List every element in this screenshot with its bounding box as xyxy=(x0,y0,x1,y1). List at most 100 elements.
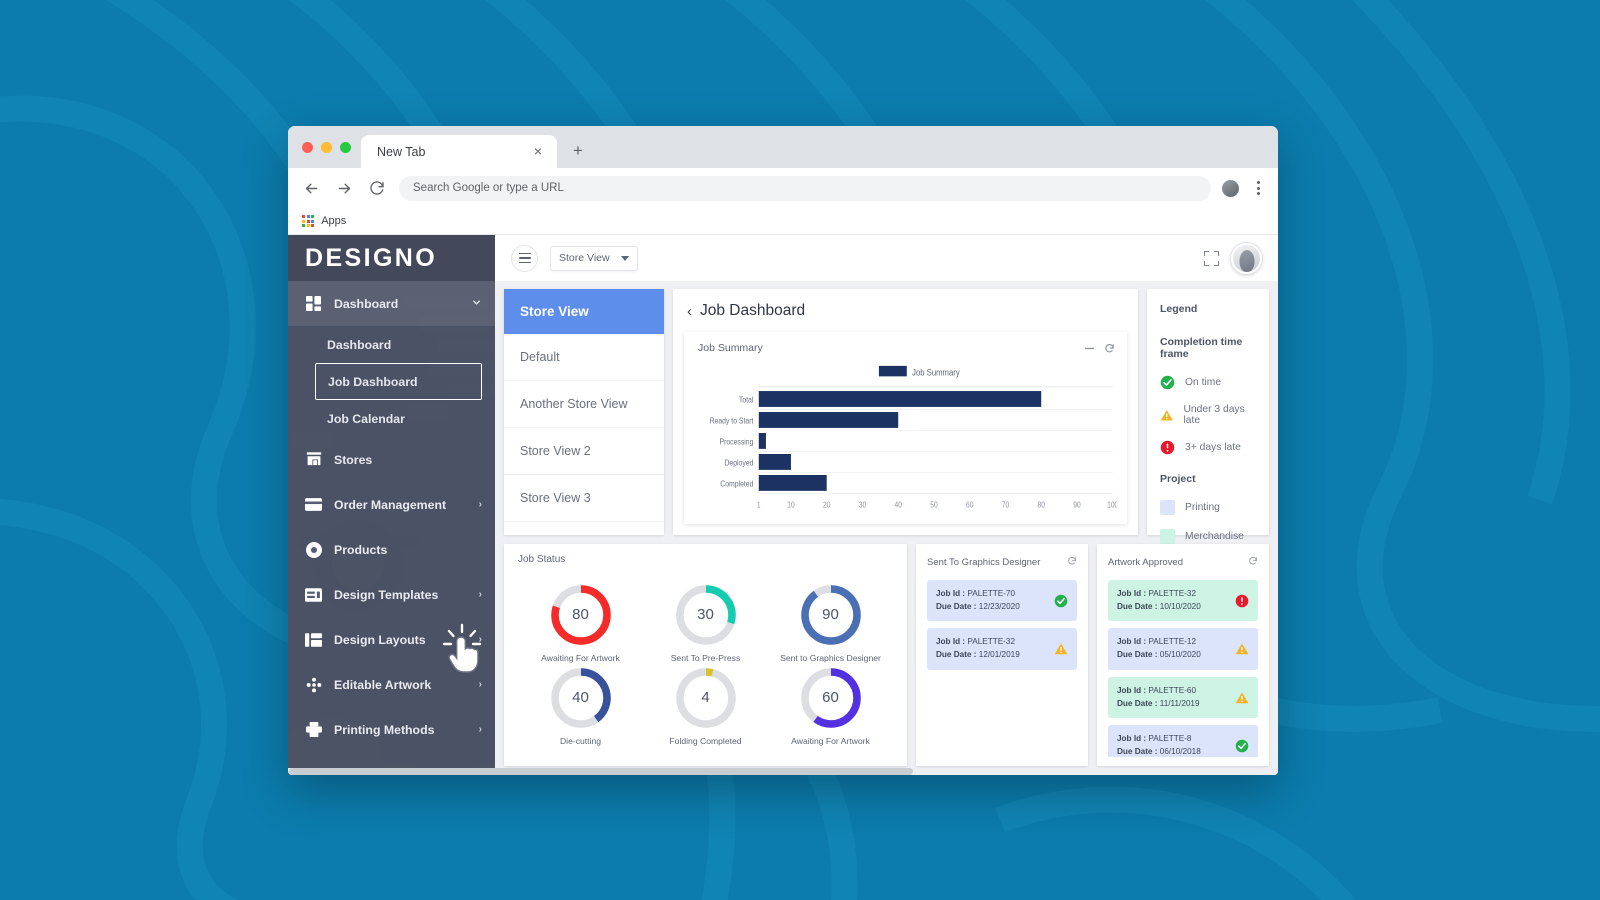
sidebar-item-design-layouts[interactable]: Design Layouts › xyxy=(288,617,495,662)
horizontal-scrollbar[interactable] xyxy=(288,768,1278,775)
donut-label: Folding Completed xyxy=(669,735,742,746)
error-circle-icon xyxy=(1235,594,1249,608)
minimize-window-button[interactable] xyxy=(321,141,332,153)
job-card[interactable]: Job Id : PALETTE-70 Due Date : 12/23/2020 xyxy=(927,580,1077,622)
printing-color-swatch xyxy=(1160,500,1175,515)
maximize-window-button[interactable] xyxy=(340,141,351,153)
application-viewport: DESIGNO Dashboard Dashboard Job Dashboar… xyxy=(288,235,1278,775)
main-area: Store View Store View Default Another St… xyxy=(288,235,1278,775)
dashboard-top-row: Store View Default Another Store View St… xyxy=(504,289,1269,544)
store-view-list-header: Store View xyxy=(504,289,664,334)
bookmarks-bar: Apps xyxy=(288,208,1278,235)
legend-item-label: Under 3 days late xyxy=(1183,404,1245,426)
legend-item-under-3-days: Under 3 days late xyxy=(1160,404,1256,426)
store-view-select[interactable]: Store View xyxy=(550,245,638,271)
hamburger-icon[interactable] xyxy=(511,244,538,272)
job-card[interactable]: Job Id : PALETTE-60 Due Date : 11/11/2019 xyxy=(1108,676,1258,719)
sidebar-item-order-management[interactable]: Order Management › xyxy=(288,482,495,527)
job-card[interactable]: Job Id : PALETTE-32 Due Date : 10/10/2020 xyxy=(1108,580,1258,622)
donut-label: Sent to Graphics Designer xyxy=(780,652,881,663)
address-bar[interactable]: Search Google or type a URL xyxy=(399,175,1211,201)
reload-icon[interactable] xyxy=(366,177,388,199)
warning-triangle-icon xyxy=(1235,691,1249,703)
user-avatar[interactable] xyxy=(1231,242,1262,274)
job-card[interactable]: Job Id : PALETTE-8 Due Date : 06/10/2018 xyxy=(1108,725,1258,757)
donut-chart: 4 xyxy=(673,665,739,731)
due-date-line: Due Date : 05/10/2020 xyxy=(1117,650,1201,660)
svg-text:Deployed: Deployed xyxy=(724,458,753,468)
error-circle-icon xyxy=(1160,440,1175,455)
job-card[interactable]: Job Id : PALETTE-12 Due Date : 05/10/2020 xyxy=(1108,628,1258,670)
chevron-right-icon: › xyxy=(478,679,482,690)
credit-card-icon xyxy=(305,496,322,513)
window-traffic-lights[interactable] xyxy=(298,126,361,168)
browser-menu-icon[interactable] xyxy=(1250,181,1266,195)
donut-value: 80 xyxy=(572,606,589,623)
refresh-icon[interactable] xyxy=(1248,553,1258,571)
sidebar-item-job-calendar[interactable]: Job Calendar xyxy=(288,400,495,437)
template-icon xyxy=(305,586,322,603)
forward-icon[interactable] xyxy=(333,177,355,199)
back-icon[interactable] xyxy=(300,177,322,199)
store-icon xyxy=(305,451,322,468)
donut-value: 4 xyxy=(701,689,710,706)
sidebar-item-stores[interactable]: Stores xyxy=(288,437,495,482)
job-status-panel: Job Status 80 Awaiting For Artwork 30 Sent … xyxy=(504,544,907,766)
donut-chart: 80 xyxy=(548,582,614,648)
apps-grid-icon[interactable] xyxy=(302,214,315,228)
refresh-icon[interactable] xyxy=(1104,343,1115,354)
sidebar-item-label: Dashboard xyxy=(334,296,399,311)
sidebar-item-editable-artwork[interactable]: Editable Artwork › xyxy=(288,662,495,707)
expand-icon[interactable] xyxy=(1204,250,1219,266)
store-view-item-default[interactable]: Default xyxy=(504,334,664,381)
apps-bookmark-label[interactable]: Apps xyxy=(321,215,346,227)
store-view-item-2[interactable]: Store View 2 xyxy=(504,428,664,475)
close-tab-icon[interactable]: × xyxy=(529,143,547,161)
status-badge xyxy=(1235,739,1249,753)
browser-tab[interactable]: New Tab × xyxy=(361,135,557,168)
donut-chart: 60 xyxy=(798,665,864,731)
svg-text:1: 1 xyxy=(757,500,761,510)
job-card-body: Job Id : PALETTE-60 Due Date : 11/11/2019 xyxy=(1117,685,1229,710)
chevron-right-icon: › xyxy=(478,499,482,510)
svg-text:40: 40 xyxy=(895,500,902,510)
sidebar-item-job-dashboard[interactable]: Job Dashboard xyxy=(315,363,482,400)
sidebar-item-label: Stores xyxy=(334,452,373,467)
warning-triangle-icon xyxy=(1054,643,1068,655)
back-chevron-icon[interactable]: ‹ xyxy=(687,304,692,319)
store-view-item-another[interactable]: Another Store View xyxy=(504,381,664,428)
artwork-icon xyxy=(305,676,322,693)
app-logo[interactable]: DESIGNO xyxy=(288,235,495,281)
minimize-icon[interactable] xyxy=(1084,343,1095,354)
new-tab-button[interactable]: + xyxy=(565,138,591,164)
donut-label: Awaiting For Artwork xyxy=(541,652,620,663)
store-view-item-3[interactable]: Store View 3 xyxy=(504,475,664,522)
svg-text:50: 50 xyxy=(930,500,937,510)
job-status-donut: 40 Die-cutting xyxy=(518,665,643,746)
browser-profile-avatar[interactable] xyxy=(1222,179,1239,197)
sidebar-item-dashboard-sub[interactable]: Dashboard xyxy=(288,326,495,363)
sidebar-content: DESIGNO Dashboard Dashboard Job Dashboar… xyxy=(288,235,495,752)
legend-item-3-plus-days: 3+ days late xyxy=(1160,440,1256,455)
browser-tabstrip: New Tab × + xyxy=(288,126,1278,168)
job-card[interactable]: Job Id : PALETTE-32 Due Date : 12/01/2019 xyxy=(927,628,1077,670)
close-window-button[interactable] xyxy=(302,141,313,153)
browser-toolbar: Search Google or type a URL xyxy=(288,168,1278,208)
job-dashboard-panel: ‹ Job Dashboard Job Summary Job Summary … xyxy=(673,289,1138,535)
sidebar-item-printing-methods[interactable]: Printing Methods › xyxy=(288,707,495,752)
app-logo-text: DESIGNO xyxy=(305,243,438,272)
sidebar-item-design-templates[interactable]: Design Templates › xyxy=(288,572,495,617)
store-view-list: Store View Default Another Store View St… xyxy=(504,289,664,535)
scrollbar-thumb[interactable] xyxy=(289,768,913,775)
sidebar-item-products[interactable]: Products xyxy=(288,527,495,572)
sidebar-item-label: Order Management xyxy=(334,497,447,512)
donut-label: Die-cutting xyxy=(559,735,602,746)
check-circle-icon xyxy=(1054,594,1068,608)
job-status-donut: 60 Awaiting For Artwork xyxy=(768,665,893,746)
legend-title: Legend xyxy=(1160,303,1198,315)
svg-text:90: 90 xyxy=(1073,500,1080,510)
sidebar-item-dashboard[interactable]: Dashboard xyxy=(288,281,495,326)
refresh-icon[interactable] xyxy=(1067,553,1077,571)
job-status-donut: 4 Folding Completed xyxy=(643,665,768,746)
due-date-line: Due Date : 11/11/2019 xyxy=(1117,698,1200,708)
